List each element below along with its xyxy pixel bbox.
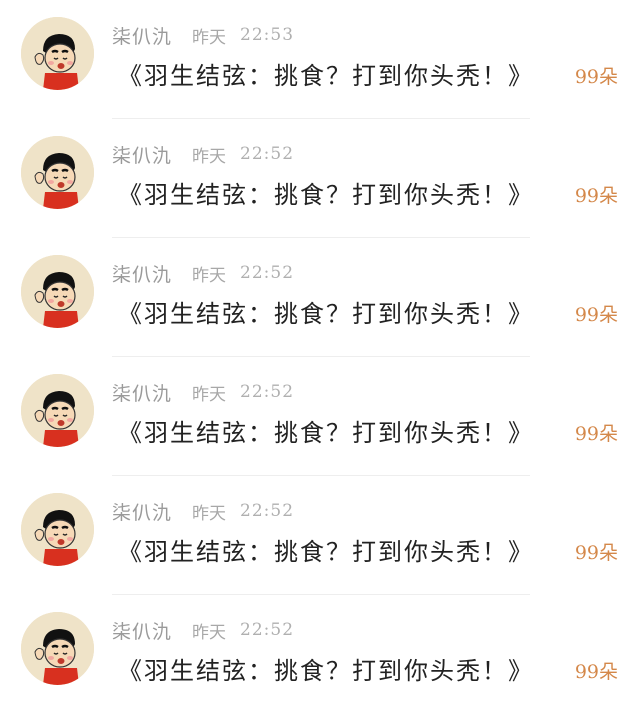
sender-name[interactable]: 柒仈氿 [112, 22, 172, 49]
gift-count: 99朵 [574, 423, 618, 445]
message-text: 《羽生结弦：挑食？打到你头秃！》 [118, 657, 534, 685]
message-meta: 柒仈氿 昨天 22:52 [112, 617, 294, 643]
crayon-shin-chan-avatar-icon [21, 17, 94, 90]
message-text: 《羽生结弦：挑食？打到你头秃！》 [118, 419, 534, 447]
list-item[interactable]: 柒仈氿 昨天 22:52 《羽生结弦：挑食？打到你头秃！》 99朵 [0, 357, 640, 476]
crayon-shin-chan-avatar-icon [21, 612, 94, 685]
gift-count: 99朵 [574, 66, 618, 88]
sender-name[interactable]: 柒仈氿 [112, 260, 172, 287]
sender-name[interactable]: 柒仈氿 [112, 498, 172, 525]
crayon-shin-chan-avatar-icon [21, 493, 94, 566]
message-meta: 柒仈氿 昨天 22:52 [112, 498, 294, 524]
avatar[interactable] [21, 136, 94, 209]
list-item[interactable]: 柒仈氿 昨天 22:52 《羽生结弦：挑食？打到你头秃！》 99朵 [0, 119, 640, 238]
sender-name[interactable]: 柒仈氿 [112, 379, 172, 406]
message-text: 《羽生结弦：挑食？打到你头秃！》 [118, 300, 534, 328]
message-day: 昨天 [192, 384, 227, 405]
avatar[interactable] [21, 17, 94, 90]
message-day: 昨天 [192, 27, 227, 48]
message-day: 昨天 [192, 503, 227, 524]
avatar[interactable] [21, 612, 94, 685]
message-text: 《羽生结弦：挑食？打到你头秃！》 [118, 181, 534, 209]
crayon-shin-chan-avatar-icon [21, 374, 94, 447]
gift-count: 99朵 [574, 185, 618, 207]
gift-count: 99朵 [574, 542, 618, 564]
message-time: 22:52 [240, 382, 295, 402]
list-item[interactable]: 柒仈氿 昨天 22:52 《羽生结弦：挑食？打到你头秃！》 99朵 [0, 238, 640, 357]
message-meta: 柒仈氿 昨天 22:52 [112, 141, 294, 167]
message-time: 22:52 [240, 144, 295, 164]
gift-count: 99朵 [574, 304, 618, 326]
message-text: 《羽生结弦：挑食？打到你头秃！》 [118, 538, 534, 566]
sender-name[interactable]: 柒仈氿 [112, 617, 172, 644]
message-meta: 柒仈氿 昨天 22:52 [112, 379, 294, 405]
message-time: 22:52 [240, 501, 295, 521]
message-time: 22:52 [240, 620, 295, 640]
gift-count: 99朵 [574, 661, 618, 683]
crayon-shin-chan-avatar-icon [21, 255, 94, 328]
message-day: 昨天 [192, 622, 227, 643]
message-text: 《羽生结弦：挑食？打到你头秃！》 [118, 62, 534, 90]
avatar[interactable] [21, 374, 94, 447]
message-time: 22:53 [240, 25, 295, 45]
message-day: 昨天 [192, 146, 227, 167]
gift-message-list: 柒仈氿 昨天 22:53 《羽生结弦：挑食？打到你头秃！》 99朵 柒仈氿 昨天… [0, 0, 640, 716]
message-time: 22:52 [240, 263, 295, 283]
message-meta: 柒仈氿 昨天 22:52 [112, 260, 294, 286]
list-item[interactable]: 柒仈氿 昨天 22:52 《羽生结弦：挑食？打到你头秃！》 99朵 [0, 595, 640, 714]
list-item[interactable]: 柒仈氿 昨天 22:52 《羽生结弦：挑食？打到你头秃！》 99朵 [0, 476, 640, 595]
sender-name[interactable]: 柒仈氿 [112, 141, 172, 168]
message-day: 昨天 [192, 265, 227, 286]
avatar[interactable] [21, 493, 94, 566]
crayon-shin-chan-avatar-icon [21, 136, 94, 209]
avatar[interactable] [21, 255, 94, 328]
message-meta: 柒仈氿 昨天 22:53 [112, 22, 294, 48]
list-item[interactable]: 柒仈氿 昨天 22:53 《羽生结弦：挑食？打到你头秃！》 99朵 [0, 0, 640, 119]
